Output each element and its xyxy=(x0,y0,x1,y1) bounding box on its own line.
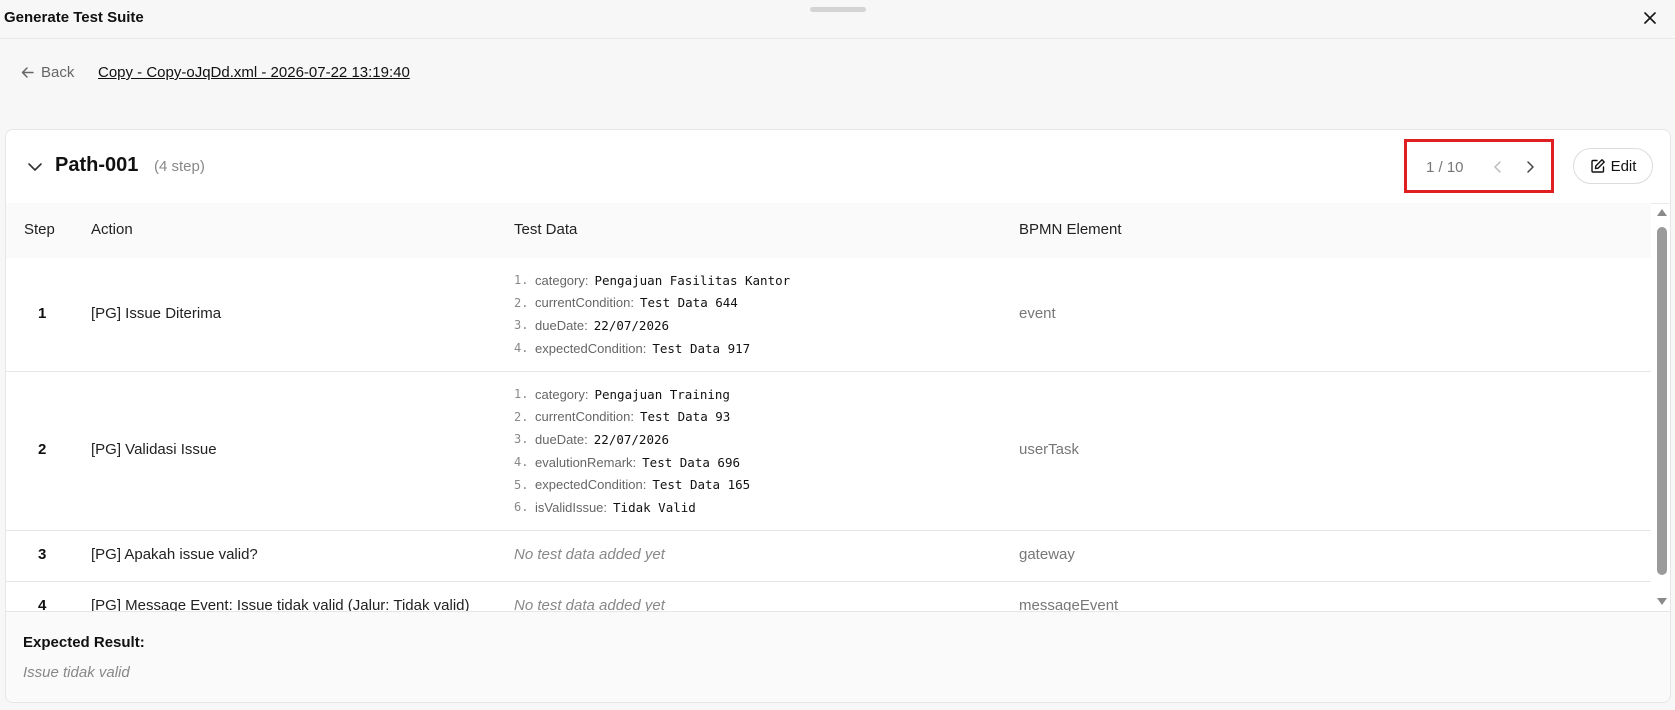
scroll-thumb[interactable] xyxy=(1657,227,1667,575)
drag-handle[interactable] xyxy=(810,7,866,12)
step-number: 3 xyxy=(38,546,47,563)
empty-test-data: No test data added yet xyxy=(514,597,665,611)
table-row: 3 [PG] Apakah issue valid? No test data … xyxy=(6,531,1651,582)
page-indicator: 1 / 10 xyxy=(1426,159,1464,176)
modal-title: Generate Test Suite xyxy=(4,9,144,26)
step-number: 1 xyxy=(38,305,47,322)
empty-test-data: No test data added yet xyxy=(514,546,665,563)
table-row: 4 [PG] Message Event: Issue tidak valid … xyxy=(6,582,1651,611)
close-button[interactable] xyxy=(1639,7,1661,29)
test-data-item: 3. dueDate: 22/07/2026 xyxy=(514,317,670,333)
title-divider xyxy=(0,38,1675,39)
chevron-down-icon[interactable] xyxy=(26,158,44,176)
scroll-down-arrow-icon[interactable] xyxy=(1657,598,1667,605)
scroll-up-arrow-icon[interactable] xyxy=(1657,209,1667,216)
table-row: 1 [PG] Issue Diterima 1. category: Pengaju… xyxy=(6,258,1651,372)
header-action: Action xyxy=(91,221,133,238)
pagination-highlight: 1 / 10 xyxy=(1404,139,1554,193)
steps-table: Step Action Test Data BPMN Element 1 [PG… xyxy=(6,203,1651,611)
header-bpmn-element: BPMN Element xyxy=(1019,221,1122,238)
test-data-item: 2. currentCondition: Test Data 644 xyxy=(514,295,738,311)
chevron-right-icon[interactable] xyxy=(1521,158,1539,176)
header-test-data: Test Data xyxy=(514,221,578,238)
back-button[interactable]: Back xyxy=(20,64,74,81)
path-panel: Path-001 (4 step) 1 / 10 Edit Step Actio… xyxy=(5,129,1671,703)
path-title: Path-001 xyxy=(55,154,139,176)
table-scrollbar[interactable] xyxy=(1656,203,1668,611)
step-count: (4 step) xyxy=(154,158,205,175)
expected-result-label: Expected Result: xyxy=(23,634,145,651)
test-data-item: 6. isValidIssue: Tidak Valid xyxy=(514,499,696,515)
table-row: 2 [PG] Validasi Issue 1. category: Pengaju… xyxy=(6,372,1651,531)
step-number: 4 xyxy=(38,597,47,611)
bpmn-element: messageEvent xyxy=(1019,597,1119,611)
edit-button[interactable]: Edit xyxy=(1573,148,1653,184)
chevron-left-icon[interactable] xyxy=(1489,158,1507,176)
edit-icon xyxy=(1590,159,1605,173)
bpmn-element: gateway xyxy=(1019,546,1075,563)
table-header: Step Action Test Data BPMN Element xyxy=(6,203,1651,259)
test-data-item: 3. dueDate: 22/07/2026 xyxy=(514,431,670,447)
action-text: [PG] Apakah issue valid? xyxy=(91,546,258,563)
test-data-item: 2. currentCondition: Test Data 93 xyxy=(514,409,731,425)
bpmn-element: userTask xyxy=(1019,441,1080,458)
test-data-list: 1. category: Pengajuan Fasilitas Kantor 2.… xyxy=(514,269,790,359)
bpmn-element: event xyxy=(1019,305,1056,322)
header-step: Step xyxy=(24,221,55,238)
action-text: [PG] Validasi Issue xyxy=(91,441,217,458)
close-icon xyxy=(1644,12,1656,24)
action-text: [PG] Issue Diterima xyxy=(91,305,222,322)
back-label: Back xyxy=(41,64,75,81)
test-data-list: 1. category: Pengajuan Training 2. currentC… xyxy=(514,383,750,519)
step-number: 2 xyxy=(38,441,47,458)
test-data-item: 1. category: Pengajuan Training xyxy=(514,386,730,402)
file-name-link[interactable]: Copy - Copy-oJqDd.xml - 2026-07-22 13:19… xyxy=(98,64,410,81)
test-data-item: 1. category: Pengajuan Fasilitas Kantor xyxy=(514,272,791,288)
expected-result-value: Issue tidak valid xyxy=(23,664,130,681)
expected-result-section: Expected Result: Issue tidak valid xyxy=(6,611,1670,702)
test-data-item: 4. expectedCondition: Test Data 917 xyxy=(514,340,751,356)
action-text: [PG] Message Event: Issue tidak valid (J… xyxy=(91,597,470,611)
test-data-item: 4. evalutionRemark: Test Data 696 xyxy=(514,454,740,470)
arrow-left-icon xyxy=(21,67,34,78)
path-header: Path-001 (4 step) 1 / 10 Edit xyxy=(6,130,1670,204)
test-data-item: 5. expectedCondition: Test Data 165 xyxy=(514,477,751,493)
edit-label: Edit xyxy=(1610,157,1637,175)
